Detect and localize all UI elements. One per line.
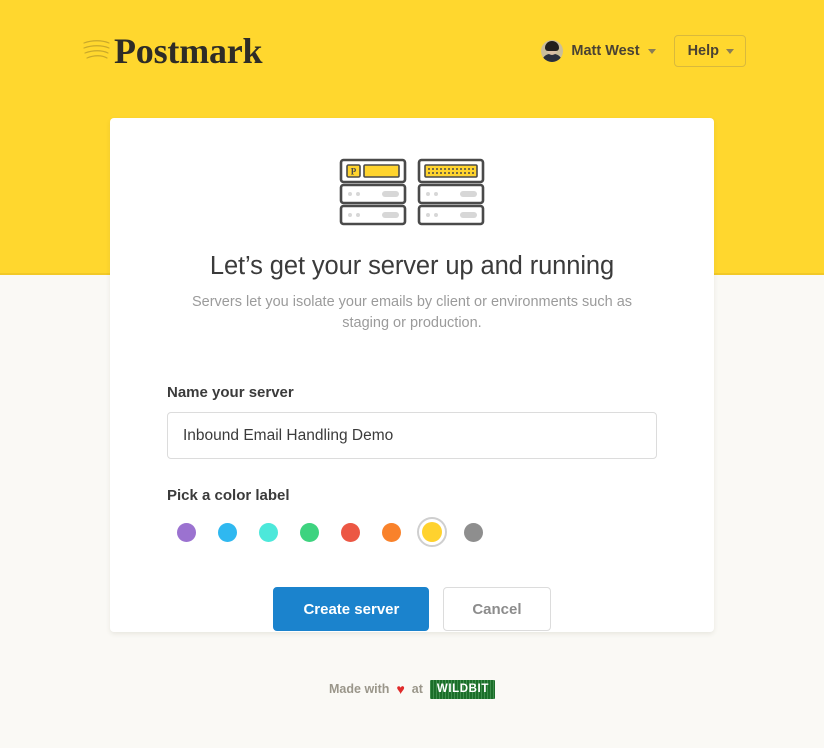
page-title: Let’s get your server up and running xyxy=(167,252,657,281)
help-label: Help xyxy=(688,43,719,59)
header-actions: Matt West Help xyxy=(541,35,746,67)
header: Postmark Matt West Help xyxy=(0,0,824,118)
chevron-down-icon xyxy=(648,49,656,54)
user-menu[interactable]: Matt West xyxy=(541,40,655,62)
server-name-label: Name your server xyxy=(167,384,657,401)
color-swatch-orange[interactable] xyxy=(376,517,406,547)
swatch-dot xyxy=(382,523,401,542)
cancel-button[interactable]: Cancel xyxy=(443,587,550,631)
chevron-down-icon xyxy=(726,49,734,54)
heart-icon: ♥ xyxy=(396,682,404,696)
footer: Made with ♥ at WILDBIT xyxy=(0,680,824,699)
swatch-dot xyxy=(464,523,483,542)
color-swatch-list xyxy=(171,517,657,547)
color-swatch-yellow[interactable] xyxy=(417,517,447,547)
postmark-logo-text: Postmark xyxy=(114,33,262,69)
color-swatch-turquoise[interactable] xyxy=(253,517,283,547)
color-swatch-red[interactable] xyxy=(335,517,365,547)
color-swatch-blue[interactable] xyxy=(212,517,242,547)
color-swatch-green[interactable] xyxy=(294,517,324,547)
color-swatch-purple[interactable] xyxy=(171,517,201,547)
swatch-dot xyxy=(177,523,196,542)
help-button[interactable]: Help xyxy=(674,35,746,67)
swatch-dot xyxy=(300,523,319,542)
page-subtitle: Servers let you isolate your emails by c… xyxy=(167,292,657,334)
swatch-dot xyxy=(218,523,237,542)
server-name-input[interactable] xyxy=(167,412,657,459)
wildbit-logo[interactable]: WILDBIT xyxy=(430,680,495,699)
swatch-dot xyxy=(422,522,442,542)
server-rack-illustration: P xyxy=(167,158,657,230)
color-label-heading: Pick a color label xyxy=(167,487,657,504)
color-swatch-grey[interactable] xyxy=(458,517,488,547)
create-server-form: Name your server Pick a color label Crea… xyxy=(167,384,657,631)
postmark-logo[interactable]: Postmark xyxy=(82,33,262,69)
user-avatar xyxy=(541,40,563,62)
create-server-button[interactable]: Create server xyxy=(273,587,429,631)
svg-text:P: P xyxy=(351,167,357,177)
swatch-dot xyxy=(341,523,360,542)
footer-made-with: Made with xyxy=(329,682,389,696)
create-server-card: P xyxy=(110,118,714,632)
footer-at: at xyxy=(412,682,423,696)
user-name: Matt West xyxy=(571,43,639,59)
postmark-waves-icon xyxy=(82,34,112,69)
swatch-dot xyxy=(259,523,278,542)
form-actions: Create server Cancel xyxy=(167,587,657,631)
